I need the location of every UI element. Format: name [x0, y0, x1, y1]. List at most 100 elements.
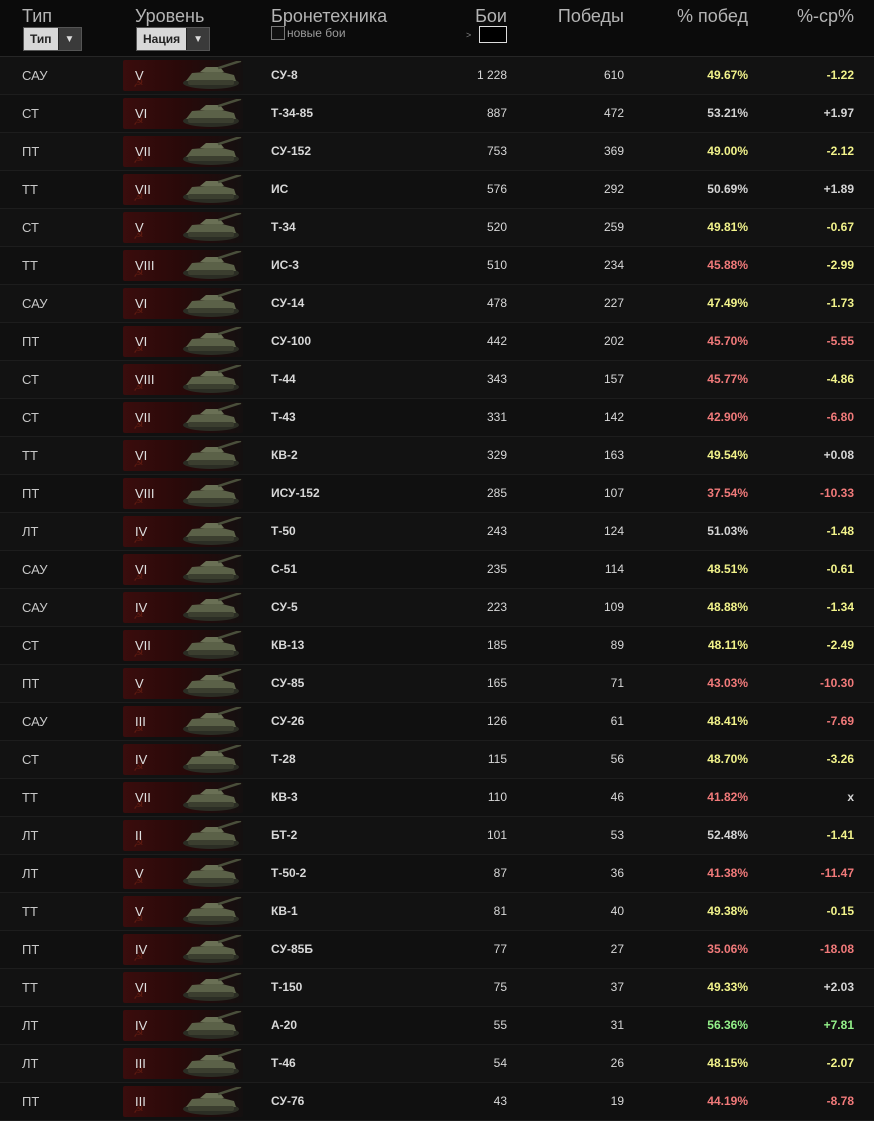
vehicle-name[interactable]: Т-50-2 [271, 855, 306, 892]
win-rate-diff: -2.49 [826, 638, 854, 652]
tank-icon [178, 173, 244, 204]
vehicle-name[interactable]: Т-34 [271, 209, 296, 246]
table-row[interactable]: САУ ☭ VI С-51 235 114 48.51% -0.61 [0, 551, 874, 589]
table-row[interactable]: ПТ ☭ VIII ИСУ-152 285 107 37.54% -10.33 [0, 475, 874, 513]
vehicle-tier: VI [135, 980, 148, 995]
vehicle-name[interactable]: КВ-2 [271, 437, 298, 474]
vehicle-name[interactable]: ИСУ-152 [271, 475, 320, 512]
vehicle-name[interactable]: ИС [271, 171, 288, 208]
table-row[interactable]: СТ ☭ VII КВ-13 185 89 48.11% -2.49 [0, 627, 874, 665]
vehicle-table-body: САУ ☭ V СУ-8 1 228 610 49.67% -1.22 СТ ☭ VI Т-34-85… [0, 57, 874, 1121]
vehicle-name[interactable]: Т-44 [271, 361, 296, 398]
vehicle-name[interactable]: БТ-2 [271, 817, 297, 854]
vehicle-tier: IV [135, 942, 148, 957]
table-row[interactable]: ПТ ☭ IV СУ-85Б 77 27 35.06% -18.08 [0, 931, 874, 969]
vehicle-type: ПТ [22, 942, 40, 957]
vehicle-name[interactable]: Т-34-85 [271, 95, 313, 132]
table-row[interactable]: ТТ ☭ V КВ-1 81 40 49.38% -0.15 [0, 893, 874, 931]
tank-icon [178, 591, 244, 622]
wins-count: 163 [603, 448, 624, 462]
vehicle-name[interactable]: СУ-85 [271, 665, 304, 702]
wins-count: 71 [610, 676, 624, 690]
vehicle-name[interactable]: КВ-13 [271, 627, 304, 664]
table-row[interactable]: ТТ ☭ VII КВ-3 110 46 41.82% x [0, 779, 874, 817]
vehicle-name[interactable]: Т-50 [271, 513, 296, 550]
vehicle-name[interactable]: Т-43 [271, 399, 296, 436]
win-rate-diff: -0.67 [826, 220, 854, 234]
new-battles-toggle[interactable]: новые бои [271, 26, 346, 40]
table-row[interactable]: ПТ ☭ VII СУ-152 753 369 49.00% -2.12 [0, 133, 874, 171]
table-row[interactable]: СТ ☭ VII Т-43 331 142 42.90% -6.80 [0, 399, 874, 437]
table-row[interactable]: ЛТ ☭ II БТ-2 101 53 52.48% -1.41 [0, 817, 874, 855]
column-header-wins[interactable]: Победы [540, 6, 624, 27]
table-row[interactable]: ТТ ☭ VI Т-150 75 37 49.33% +2.03 [0, 969, 874, 1007]
win-rate-diff: -11.47 [820, 866, 854, 880]
vehicle-tier: VII [135, 638, 151, 653]
battles-count: 77 [493, 942, 507, 956]
table-row[interactable]: ПТ ☭ VI СУ-100 442 202 45.70% -5.55 [0, 323, 874, 361]
table-row[interactable]: ПТ ☭ V СУ-85 165 71 43.03% -10.30 [0, 665, 874, 703]
vehicle-tier: VII [135, 410, 151, 425]
win-rate-diff: -3.26 [826, 752, 854, 766]
win-rate-diff: +1.89 [823, 182, 854, 196]
column-header-winrate[interactable]: % побед [640, 6, 748, 27]
win-rate: 45.77% [707, 372, 748, 386]
column-header-type[interactable]: Тип [22, 6, 52, 27]
vehicle-tier: VI [135, 334, 148, 349]
type-filter-select[interactable]: Тип ▼ [23, 27, 82, 51]
tank-icon [178, 1009, 244, 1040]
vehicle-name[interactable]: СУ-5 [271, 589, 298, 626]
vehicle-name[interactable]: Т-46 [271, 1045, 296, 1082]
new-battles-checkbox[interactable] [271, 26, 285, 40]
win-rate: 48.70% [707, 752, 748, 766]
table-row[interactable]: СТ ☭ VI Т-34-85 887 472 53.21% +1.97 [0, 95, 874, 133]
table-row[interactable]: ТТ ☭ VI КВ-2 329 163 49.54% +0.08 [0, 437, 874, 475]
win-rate-diff: -2.12 [826, 144, 854, 158]
vehicle-name[interactable]: СУ-76 [271, 1083, 304, 1120]
chevron-down-icon: ▼ [57, 28, 81, 50]
vehicle-name[interactable]: Т-28 [271, 741, 296, 778]
win-rate: 48.15% [707, 1056, 748, 1070]
column-header-tier[interactable]: Уровень [135, 6, 204, 27]
vehicle-name[interactable]: С-51 [271, 551, 297, 588]
wins-count: 56 [610, 752, 624, 766]
table-row[interactable]: ПТ ☭ III СУ-76 43 19 44.19% -8.78 [0, 1083, 874, 1121]
vehicle-name[interactable]: А-20 [271, 1007, 297, 1044]
vehicle-name[interactable]: КВ-3 [271, 779, 298, 816]
nation-filter-select[interactable]: Нация ▼ [136, 27, 211, 51]
battles-count: 185 [486, 638, 507, 652]
vehicle-name[interactable]: ИС-3 [271, 247, 299, 284]
vehicle-name[interactable]: Т-150 [271, 969, 302, 1006]
battles-min-input[interactable] [479, 26, 507, 43]
win-rate-diff: -10.30 [819, 676, 854, 690]
table-row[interactable]: ЛТ ☭ III Т-46 54 26 48.15% -2.07 [0, 1045, 874, 1083]
table-row[interactable]: СТ ☭ V Т-34 520 259 49.81% -0.67 [0, 209, 874, 247]
column-header-vehicle[interactable]: Бронетехника [271, 6, 387, 27]
win-rate-diff: -2.99 [826, 258, 854, 272]
battles-count: 54 [493, 1056, 507, 1070]
table-row[interactable]: САУ ☭ III СУ-26 126 61 48.41% -7.69 [0, 703, 874, 741]
win-rate-diff: -8.78 [826, 1094, 854, 1108]
vehicle-name[interactable]: СУ-152 [271, 133, 311, 170]
vehicle-name[interactable]: СУ-14 [271, 285, 304, 322]
vehicle-name[interactable]: СУ-85Б [271, 931, 313, 968]
vehicle-name[interactable]: СУ-26 [271, 703, 304, 740]
table-row[interactable]: ЛТ ☭ IV А-20 55 31 56.36% +7.81 [0, 1007, 874, 1045]
win-rate: 37.54% [707, 486, 748, 500]
table-row[interactable]: СТ ☭ VIII Т-44 343 157 45.77% -4.86 [0, 361, 874, 399]
table-row[interactable]: ТТ ☭ VII ИС 576 292 50.69% +1.89 [0, 171, 874, 209]
column-header-battles[interactable]: Бои [440, 6, 507, 27]
tank-icon [178, 743, 244, 774]
table-row[interactable]: САУ ☭ IV СУ-5 223 109 48.88% -1.34 [0, 589, 874, 627]
table-row[interactable]: ТТ ☭ VIII ИС-3 510 234 45.88% -2.99 [0, 247, 874, 285]
table-row[interactable]: ЛТ ☭ IV Т-50 243 124 51.03% -1.48 [0, 513, 874, 551]
column-header-diff[interactable]: %-ср% [770, 6, 854, 27]
table-row[interactable]: ЛТ ☭ V Т-50-2 87 36 41.38% -11.47 [0, 855, 874, 893]
vehicle-name[interactable]: СУ-100 [271, 323, 311, 360]
table-row[interactable]: САУ ☭ V СУ-8 1 228 610 49.67% -1.22 [0, 57, 874, 95]
table-row[interactable]: САУ ☭ VI СУ-14 478 227 47.49% -1.73 [0, 285, 874, 323]
vehicle-name[interactable]: КВ-1 [271, 893, 298, 930]
tank-icon [178, 363, 244, 394]
table-row[interactable]: СТ ☭ IV Т-28 115 56 48.70% -3.26 [0, 741, 874, 779]
vehicle-name[interactable]: СУ-8 [271, 57, 298, 94]
